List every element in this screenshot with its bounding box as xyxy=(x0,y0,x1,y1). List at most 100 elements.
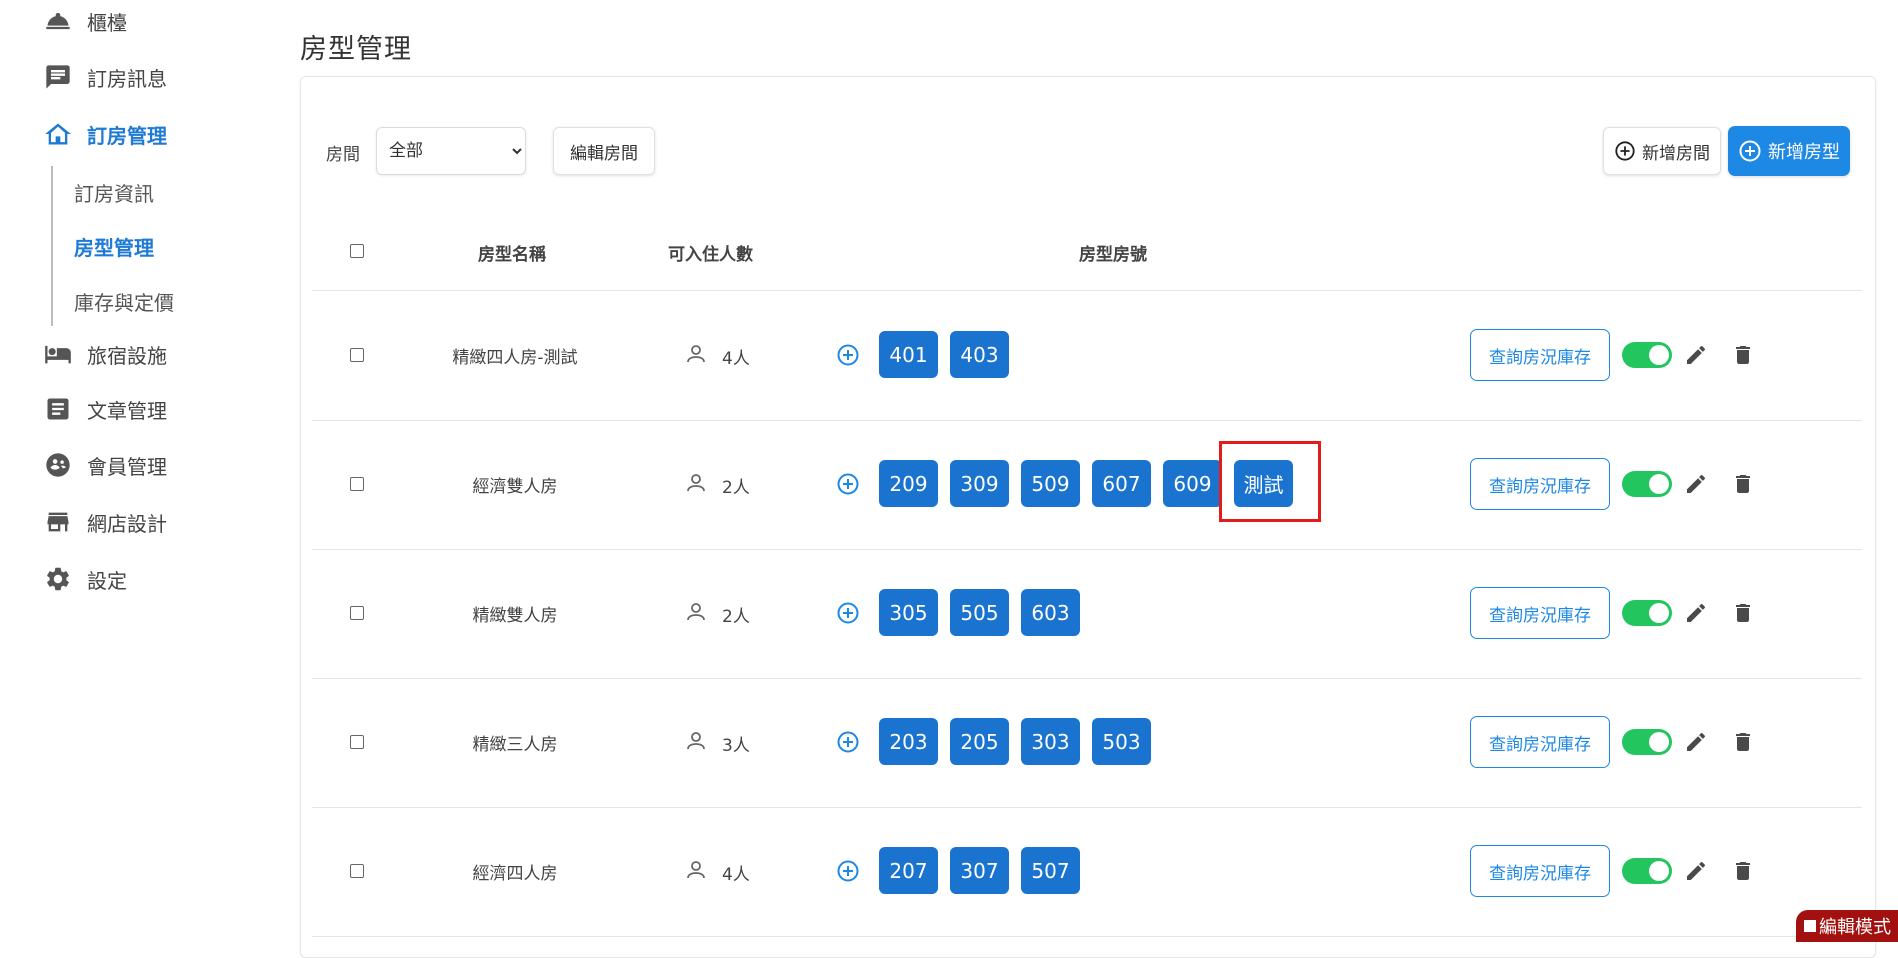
enable-toggle[interactable] xyxy=(1622,600,1672,626)
room-number-chip[interactable]: 505 xyxy=(950,589,1009,636)
room-number-chip[interactable]: 305 xyxy=(879,589,938,636)
row-divider xyxy=(312,290,1862,291)
enable-toggle[interactable] xyxy=(1622,729,1672,755)
room-number-chip[interactable]: 401 xyxy=(879,331,938,378)
sidebar-item-label: 網店設計 xyxy=(87,511,167,536)
edit-pencil-icon[interactable] xyxy=(1684,601,1708,625)
add-room-number-icon[interactable] xyxy=(836,343,860,367)
delete-trash-icon[interactable] xyxy=(1731,601,1755,625)
sidebar-subitem-room-types[interactable]: 房型管理 xyxy=(74,232,154,261)
delete-trash-icon[interactable] xyxy=(1731,472,1755,496)
message-icon xyxy=(43,62,73,92)
article-icon xyxy=(43,394,73,424)
row-divider xyxy=(312,678,1862,679)
sidebar-item-articles[interactable]: 文章管理 xyxy=(43,392,167,426)
enable-toggle[interactable] xyxy=(1622,342,1672,368)
query-inventory-button[interactable]: 查詢房況庫存 xyxy=(1470,716,1610,768)
delete-trash-icon[interactable] xyxy=(1731,730,1755,754)
edit-rooms-button[interactable]: 編輯房間 xyxy=(553,127,655,175)
sidebar: 櫃檯 訂房訊息 訂房管理 訂房資訊 房型管理 庫存與定價 旅宿設施 文章管理 會… xyxy=(0,0,290,942)
room-number-chip[interactable]: 203 xyxy=(879,718,938,765)
edit-pencil-icon[interactable] xyxy=(1684,859,1708,883)
edit-pencil-icon[interactable] xyxy=(1684,343,1708,367)
add-room-number-icon[interactable] xyxy=(836,472,860,496)
room-type-name: 經濟四人房 xyxy=(472,864,558,884)
person-icon xyxy=(684,342,722,371)
edit-pencil-icon[interactable] xyxy=(1684,730,1708,754)
delete-trash-icon[interactable] xyxy=(1731,859,1755,883)
add-room-button[interactable]: 新增房間 xyxy=(1603,127,1721,175)
sidebar-item-label: 訂房管理 xyxy=(87,123,167,148)
enable-toggle[interactable] xyxy=(1622,471,1672,497)
select-all-checkbox[interactable] xyxy=(350,244,364,258)
sidebar-item-facilities[interactable]: 旅宿設施 xyxy=(43,337,167,371)
sidebar-item-label: 訂房訊息 xyxy=(87,66,167,91)
enable-toggle[interactable] xyxy=(1622,858,1672,884)
row-checkbox[interactable] xyxy=(350,864,364,878)
add-room-number-icon[interactable] xyxy=(836,601,860,625)
room-filter-label: 房間 xyxy=(326,145,360,165)
sidebar-item-settings[interactable]: 設定 xyxy=(43,562,127,596)
row-divider xyxy=(312,549,1862,550)
occupancy-value: 2人 xyxy=(722,607,750,627)
row-checkbox[interactable] xyxy=(350,735,364,749)
occupancy: 4人 xyxy=(684,858,750,887)
query-inventory-button[interactable]: 查詢房況庫存 xyxy=(1470,587,1610,639)
room-number-chip[interactable]: 測試 xyxy=(1234,460,1293,507)
room-number-chip[interactable]: 207 xyxy=(879,847,938,894)
row-divider xyxy=(312,807,1862,808)
row-divider xyxy=(312,420,1862,421)
sidebar-subitem-booking-info[interactable]: 訂房資訊 xyxy=(74,178,154,207)
room-number-chip[interactable]: 509 xyxy=(1021,460,1080,507)
sidebar-item-label: 會員管理 xyxy=(87,454,167,479)
add-room-type-label: 新增房型 xyxy=(1768,142,1840,162)
edit-pencil-icon[interactable] xyxy=(1684,472,1708,496)
room-number-chip[interactable]: 303 xyxy=(1021,718,1080,765)
room-filter-select[interactable]: 全部 xyxy=(376,127,526,175)
sidebar-item-booking-messages[interactable]: 訂房訊息 xyxy=(43,60,167,94)
add-room-label: 新增房間 xyxy=(1642,143,1710,164)
occupancy-value: 4人 xyxy=(722,349,750,369)
content-card xyxy=(300,76,1876,958)
edit-mode-badge[interactable]: 編輯模式 xyxy=(1796,910,1898,942)
query-inventory-button[interactable]: 查詢房況庫存 xyxy=(1470,329,1610,381)
member-icon xyxy=(43,450,73,480)
room-number-chip[interactable]: 607 xyxy=(1092,460,1151,507)
sidebar-item-booking-management[interactable]: 訂房管理 xyxy=(43,117,167,151)
gear-icon xyxy=(43,564,73,594)
room-number-chip[interactable]: 403 xyxy=(950,331,1009,378)
sidebar-item-label: 旅宿設施 xyxy=(87,343,167,368)
plus-circle-icon xyxy=(1739,140,1761,162)
sidebar-item-members[interactable]: 會員管理 xyxy=(43,448,167,482)
sidebar-subitem-inventory-pricing[interactable]: 庫存與定價 xyxy=(74,287,174,316)
query-inventory-button[interactable]: 查詢房況庫存 xyxy=(1470,845,1610,897)
column-header-name: 房型名稱 xyxy=(478,245,546,265)
add-room-type-button[interactable]: 新增房型 xyxy=(1728,126,1850,176)
room-number-chip[interactable]: 307 xyxy=(950,847,1009,894)
room-number-chips: 305 505 603 xyxy=(879,589,1080,636)
row-checkbox[interactable] xyxy=(350,606,364,620)
room-number-chip[interactable]: 603 xyxy=(1021,589,1080,636)
delete-trash-icon[interactable] xyxy=(1731,343,1755,367)
room-number-chips: 203 205 303 503 xyxy=(879,718,1151,765)
room-number-chips: 207 307 507 xyxy=(879,847,1080,894)
home-icon xyxy=(43,119,73,149)
row-checkbox[interactable] xyxy=(350,477,364,491)
room-number-chip[interactable]: 609 xyxy=(1163,460,1222,507)
room-number-chip[interactable]: 205 xyxy=(950,718,1009,765)
square-icon xyxy=(1804,920,1816,932)
sidebar-item-front-desk[interactable]: 櫃檯 xyxy=(43,4,127,38)
room-number-chip[interactable]: 309 xyxy=(950,460,1009,507)
room-number-chip[interactable]: 507 xyxy=(1021,847,1080,894)
add-room-number-icon[interactable] xyxy=(836,730,860,754)
query-inventory-button[interactable]: 查詢房況庫存 xyxy=(1470,458,1610,510)
submenu-line xyxy=(51,166,53,326)
sidebar-item-store-design[interactable]: 網店設計 xyxy=(43,505,167,539)
bed-icon xyxy=(43,339,73,369)
row-checkbox[interactable] xyxy=(350,348,364,362)
page-title: 房型管理 xyxy=(300,34,412,65)
room-number-chips: 209 309 509 607 609 測試 xyxy=(879,460,1293,507)
room-number-chip[interactable]: 503 xyxy=(1092,718,1151,765)
room-number-chip[interactable]: 209 xyxy=(879,460,938,507)
add-room-number-icon[interactable] xyxy=(836,859,860,883)
